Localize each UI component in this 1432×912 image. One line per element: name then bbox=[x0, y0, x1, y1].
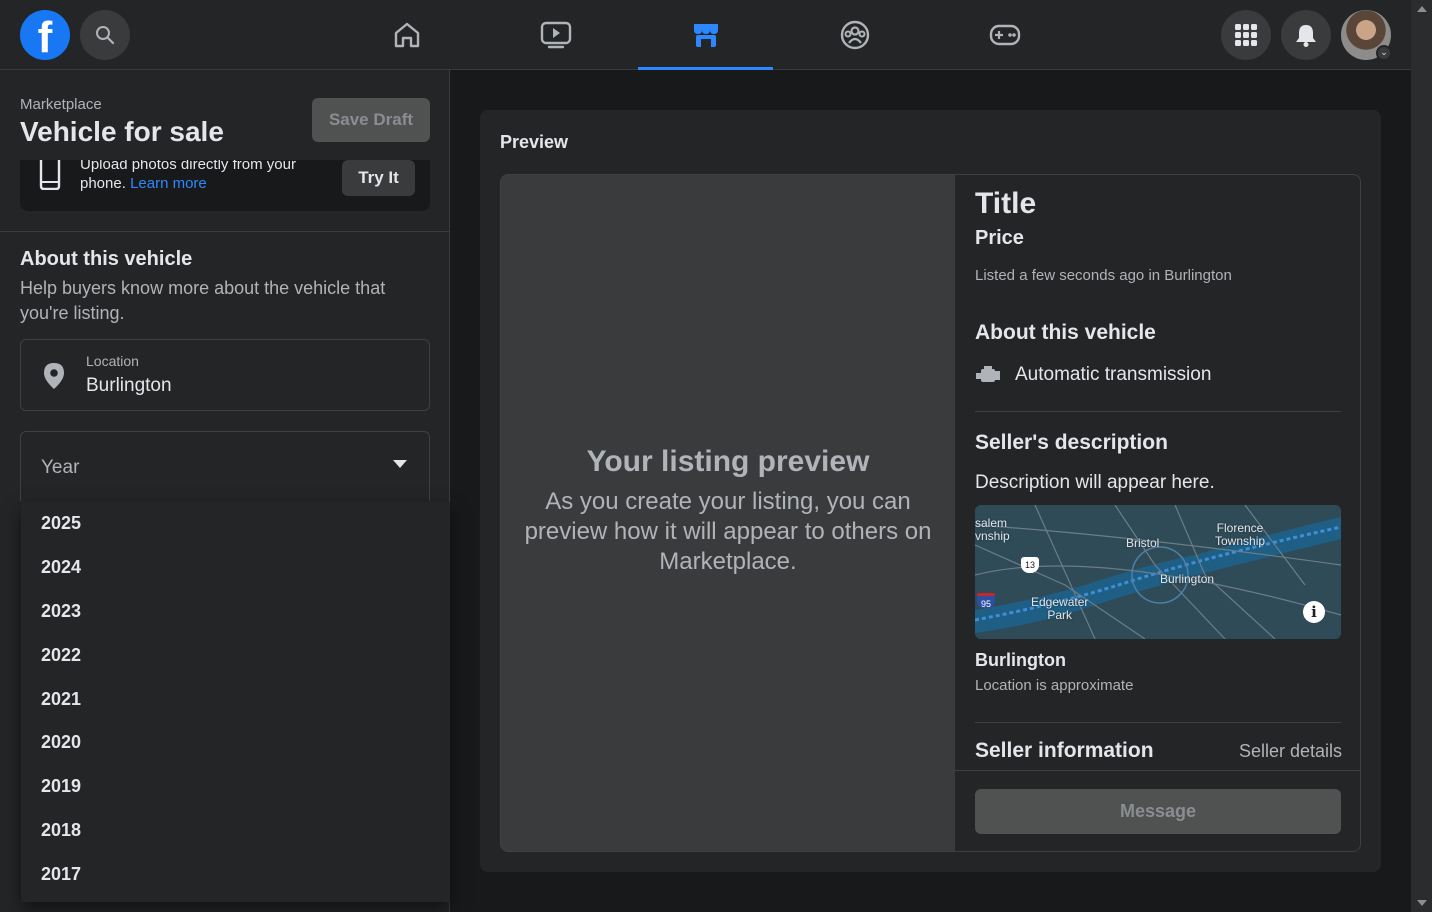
tab-marketplace[interactable] bbox=[638, 0, 773, 70]
dropdown-caret-icon[interactable] bbox=[393, 460, 407, 468]
location-field[interactable]: Location Burlington bbox=[20, 339, 430, 411]
year-option[interactable]: 2018 bbox=[21, 809, 450, 853]
search-icon bbox=[96, 26, 115, 45]
map-city: Burlington bbox=[975, 650, 1066, 670]
year-option[interactable]: 2025 bbox=[21, 502, 450, 546]
engine-icon bbox=[976, 366, 1000, 382]
learn-more-link[interactable]: Learn more bbox=[130, 175, 207, 192]
facebook-logo[interactable]: f bbox=[20, 10, 70, 60]
location-map[interactable]: salem vnship Bristol Florence Township B… bbox=[975, 505, 1341, 639]
location-approximate-note: Location is approximate bbox=[975, 677, 1134, 694]
top-navigation-bar: f ⌄ bbox=[0, 0, 1411, 70]
page-scrollbar[interactable] bbox=[1411, 0, 1432, 912]
year-option[interactable]: 2019 bbox=[21, 765, 450, 809]
about-vehicle-heading: About this vehicle bbox=[20, 248, 193, 270]
search-button[interactable] bbox=[80, 10, 130, 60]
scroll-up-arrow-icon[interactable] bbox=[1417, 6, 1427, 12]
divider bbox=[975, 722, 1341, 723]
phone-icon bbox=[39, 160, 61, 190]
home-icon bbox=[394, 22, 419, 48]
preview-heading: Preview bbox=[500, 132, 569, 152]
scroll-down-arrow-icon[interactable] bbox=[1417, 900, 1427, 906]
year-option[interactable]: 2024 bbox=[21, 546, 450, 590]
divider bbox=[975, 411, 1341, 412]
location-pin-icon bbox=[44, 363, 64, 389]
menu-grid-icon bbox=[1235, 24, 1257, 46]
year-option[interactable]: 2023 bbox=[21, 590, 450, 634]
year-option[interactable]: 2020 bbox=[21, 721, 450, 765]
location-label: Location bbox=[86, 353, 139, 369]
map-label-edgewater: Edgewater Park bbox=[1031, 595, 1089, 622]
listing-preview-title: Your listing preview bbox=[586, 445, 870, 478]
map-label-bristol: Bristol bbox=[1126, 536, 1160, 550]
listing-price: Price bbox=[975, 227, 1024, 249]
divider bbox=[0, 231, 449, 232]
year-dropdown-menu: 2025 2024 2023 2022 2021 2020 2019 2018 2017 bbox=[21, 502, 450, 902]
tab-gaming[interactable] bbox=[937, 0, 1072, 70]
tab-watch[interactable] bbox=[488, 0, 623, 70]
listing-timestamp: Listed a few seconds ago in Burlington bbox=[975, 267, 1232, 284]
page-title: Vehicle for sale bbox=[20, 116, 224, 147]
transmission-value: Automatic transmission bbox=[1015, 364, 1212, 385]
map-label-salem: salem vnship bbox=[975, 516, 1010, 543]
year-option[interactable]: 2022 bbox=[21, 633, 450, 677]
listing-title: Title bbox=[975, 187, 1037, 220]
preview-panel: Preview Your listing preview As you crea… bbox=[480, 110, 1381, 872]
tab-groups[interactable] bbox=[787, 0, 922, 70]
seller-information-heading: Seller information bbox=[975, 739, 1154, 762]
year-label: Year bbox=[41, 457, 80, 478]
listing-preview-frame: Your listing preview As you create your … bbox=[500, 174, 1361, 852]
groups-icon bbox=[840, 20, 869, 50]
chevron-down-icon[interactable]: ⌄ bbox=[1376, 45, 1392, 61]
seller-details-link[interactable]: Seller details bbox=[1239, 741, 1342, 762]
year-select[interactable]: Year bbox=[20, 431, 430, 501]
message-button[interactable]: Message bbox=[975, 789, 1341, 834]
seller-description-heading: Seller's description bbox=[975, 431, 1168, 454]
listing-preview-subtext: As you create your listing, you can prev… bbox=[524, 488, 932, 575]
interstate-95-shield-icon: 95 bbox=[977, 593, 995, 609]
notifications-button[interactable] bbox=[1281, 10, 1331, 60]
info-icon[interactable]: i bbox=[1303, 601, 1325, 623]
watch-icon bbox=[540, 21, 571, 49]
year-option[interactable]: 2017 bbox=[21, 852, 450, 896]
upload-from-phone-card: Upload photos directly from your phone. … bbox=[20, 160, 430, 211]
notifications-bell-icon bbox=[1296, 25, 1316, 47]
listing-media-placeholder: Your listing preview As you create your … bbox=[501, 175, 955, 851]
location-value[interactable]: Burlington bbox=[86, 375, 172, 397]
listing-details: Title Price Listed a few seconds ago in … bbox=[955, 175, 1360, 851]
map-label-florence: Florence Township bbox=[1215, 521, 1266, 548]
gaming-icon bbox=[989, 24, 1020, 46]
map-label-burlington: Burlington bbox=[1160, 572, 1215, 586]
about-vehicle-subtext: Help buyers know more about the vehicle … bbox=[20, 278, 386, 323]
breadcrumb[interactable]: Marketplace bbox=[20, 96, 102, 113]
about-vehicle-heading: About this vehicle bbox=[975, 321, 1156, 344]
message-footer: Message bbox=[955, 770, 1360, 851]
marketplace-icon bbox=[693, 24, 718, 47]
save-draft-button[interactable]: Save Draft bbox=[312, 98, 430, 142]
menu-button[interactable] bbox=[1221, 10, 1271, 60]
route-13-shield-icon: 13 bbox=[1021, 557, 1039, 573]
year-option[interactable]: 2021 bbox=[21, 677, 450, 721]
seller-description: Description will appear here. bbox=[975, 472, 1215, 493]
try-it-button[interactable]: Try It bbox=[342, 160, 415, 196]
upload-text: Upload photos directly from your phone. … bbox=[80, 160, 340, 193]
tab-home[interactable] bbox=[339, 0, 474, 70]
